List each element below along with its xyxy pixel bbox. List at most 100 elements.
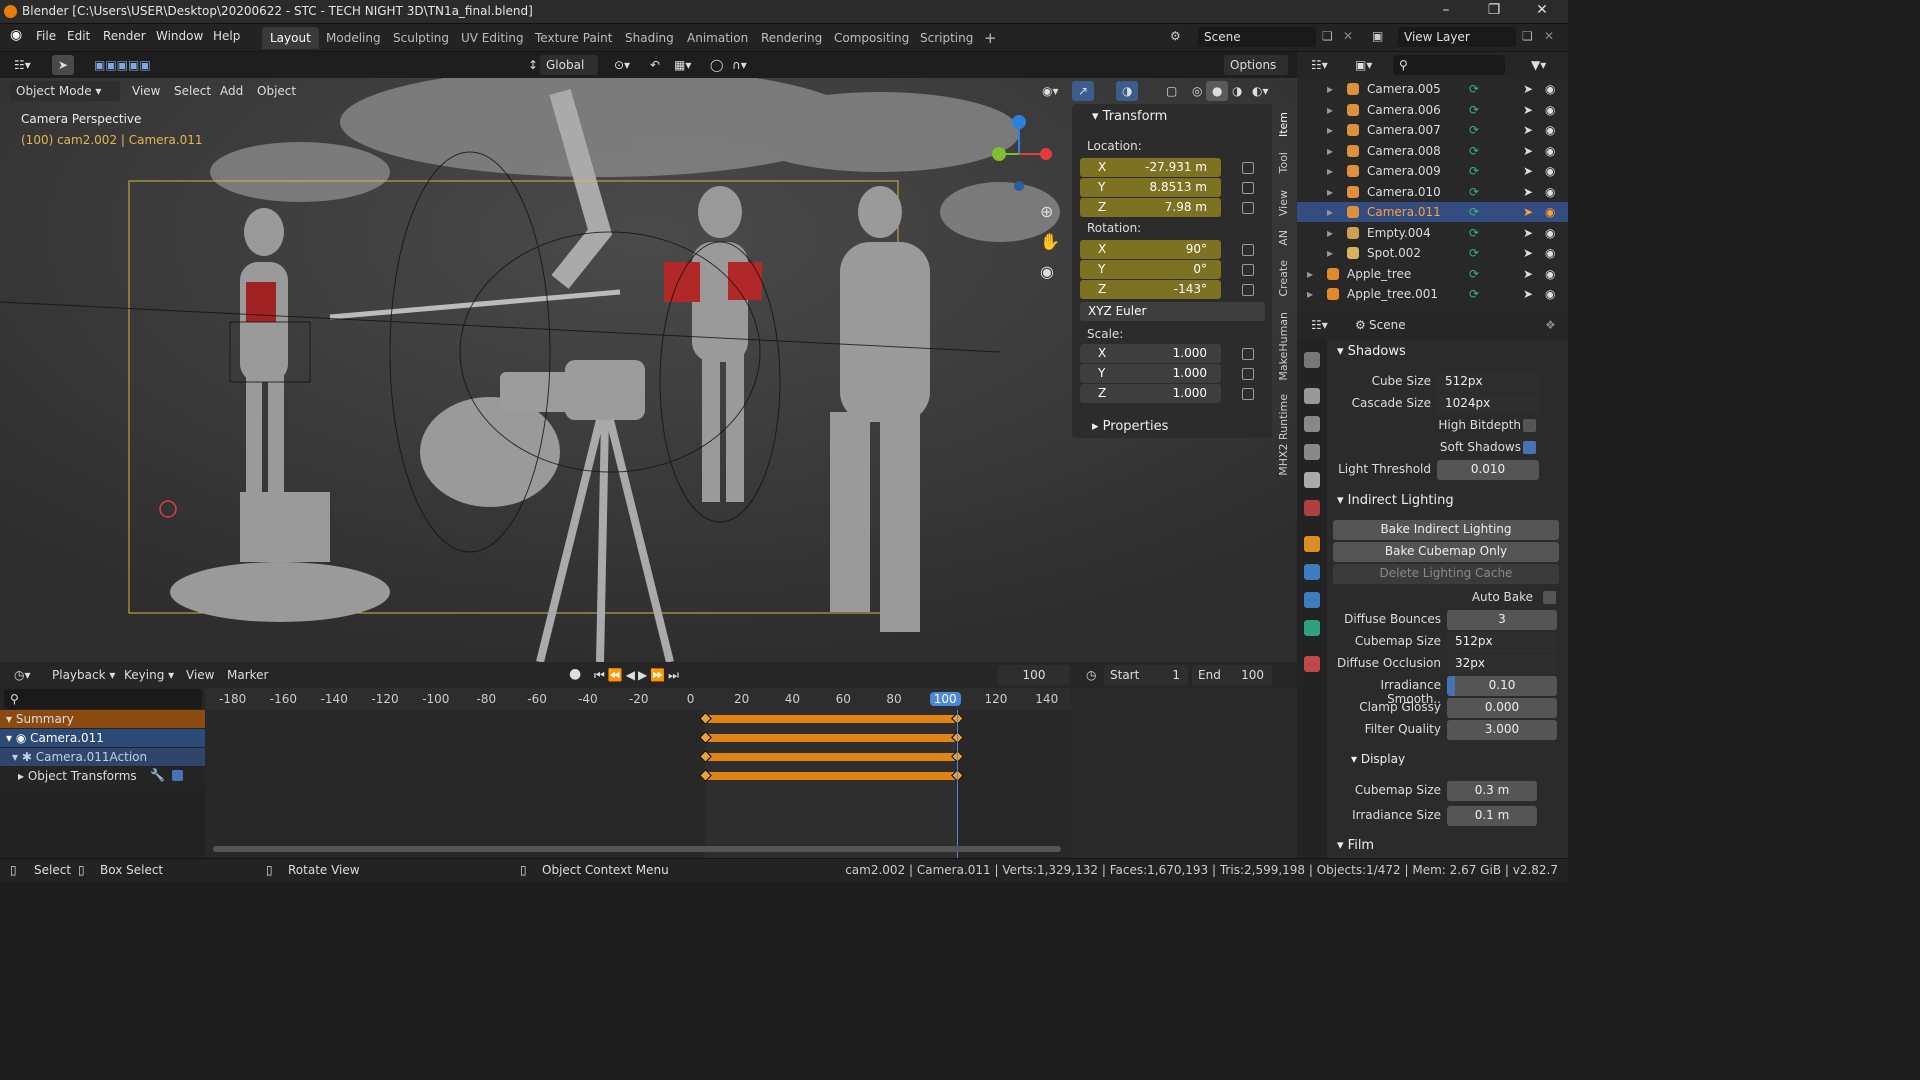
options-dropdown[interactable]: Options [1224, 55, 1288, 75]
delete-lighting-cache-button[interactable]: Delete Lighting Cache [1333, 564, 1559, 584]
selectable-icon[interactable]: ➤ [1523, 82, 1533, 96]
scene-name-field[interactable]: Scene [1198, 27, 1316, 47]
location-y-field[interactable]: Y 8.8513 m [1080, 178, 1221, 197]
irradiance-smoothing-field[interactable]: 0.10 [1447, 676, 1557, 696]
light-threshold-field[interactable]: 0.010 [1437, 460, 1539, 480]
expand-arrow-icon[interactable]: ▸ [1327, 123, 1333, 137]
outliner-item[interactable]: ▸ Empty.004 ⟳ ➤ ◉ [1297, 223, 1568, 243]
camera-view-icon[interactable]: ◉ [1040, 262, 1054, 281]
select-menu[interactable]: Select [168, 81, 217, 101]
expand-arrow-icon[interactable]: ▸ [1307, 287, 1313, 301]
marker-menu[interactable]: Marker [221, 665, 274, 685]
current-frame-field[interactable]: 100 [998, 665, 1070, 685]
menu-window[interactable]: Window [156, 29, 203, 43]
indirect-lighting-header[interactable]: ▾ Indirect Lighting [1337, 493, 1454, 508]
expand-arrow-icon[interactable]: ▸ [1327, 185, 1333, 199]
menu-file[interactable]: File [36, 29, 56, 43]
scale-x-field[interactable]: X 1.000 [1080, 344, 1221, 363]
frame-ruler[interactable]: -180 -160 -140 -120 -100 -80 -60 -40 -20 0 20 40 60 8… [205, 688, 1070, 710]
playback-menu[interactable]: Playback ▾ [46, 665, 121, 685]
selectable-icon[interactable]: ➤ [1523, 246, 1533, 260]
rotation-x-field[interactable]: X 90° [1080, 240, 1221, 259]
outliner-item[interactable]: ▸ Camera.010 ⟳ ➤ ◉ [1297, 182, 1568, 202]
scale-z-field[interactable]: Z 1.000 [1080, 384, 1221, 403]
selectable-icon[interactable]: ➤ [1523, 144, 1533, 158]
render-tab-icon[interactable] [1304, 388, 1320, 404]
outliner-search-input[interactable]: ⚲ [1393, 55, 1505, 75]
selectable-icon[interactable]: ➤ [1523, 164, 1533, 178]
tab-animation[interactable]: Animation [679, 27, 756, 49]
end-frame-field[interactable]: End 100 [1192, 665, 1272, 685]
tab-scripting[interactable]: Scripting [912, 27, 981, 49]
falloff-icon[interactable]: ∩▾ [726, 55, 753, 75]
tab-rendering[interactable]: Rendering [753, 27, 830, 49]
channel-enable-checkbox[interactable] [172, 770, 183, 781]
transforms-channel[interactable]: ▸ Object Transforms 🔧 [0, 767, 205, 785]
expand-arrow-icon[interactable]: ▸ [1327, 164, 1333, 178]
object-tab-icon[interactable] [1304, 536, 1320, 552]
cube-size-dropdown[interactable]: 512px [1437, 372, 1539, 392]
tool-tab-icon[interactable] [1304, 352, 1320, 368]
pan-hand-icon[interactable]: ✋ [1040, 232, 1060, 251]
cascade-size-dropdown[interactable]: 1024px [1437, 394, 1539, 414]
cubemap-size-dropdown[interactable]: 512px [1447, 632, 1557, 652]
lock-rotation-x-icon[interactable] [1242, 244, 1254, 256]
visibility-eye-icon[interactable]: ◉ [1545, 287, 1555, 301]
display-cubemap-size-field[interactable]: 0.3 m [1447, 781, 1537, 801]
blender-menu-icon[interactable]: ◉ [10, 27, 22, 43]
lock-rotation-y-icon[interactable] [1242, 264, 1254, 276]
zoom-icon[interactable]: ⊕ [1040, 202, 1053, 221]
playhead-line[interactable] [957, 710, 958, 858]
wrench-icon[interactable]: 🔧 [150, 768, 165, 782]
pin-icon[interactable]: ❖ [1539, 315, 1562, 335]
visibility-icon[interactable]: ◉▾ [1036, 81, 1065, 101]
expand-arrow-icon[interactable]: ▸ [1327, 103, 1333, 117]
view-menu[interactable]: View [126, 81, 166, 101]
menu-render[interactable]: Render [103, 29, 146, 43]
outliner-item[interactable]: ▸ Camera.008 ⟳ ➤ ◉ [1297, 141, 1568, 161]
view-layer-field[interactable]: View Layer [1398, 27, 1516, 47]
visibility-eye-icon[interactable]: ◉ [1545, 205, 1555, 219]
lock-rotation-z-icon[interactable] [1242, 284, 1254, 296]
keying-menu[interactable]: Keying ▾ [118, 665, 180, 685]
visibility-eye-icon[interactable]: ◉ [1545, 185, 1555, 199]
properties-header[interactable]: ▸ Properties [1092, 419, 1168, 434]
remove-scene-icon[interactable]: ✕ [1343, 29, 1353, 43]
outliner-item[interactable]: ▸ Apple_tree ⟳ ➤ ◉ [1297, 264, 1568, 284]
tab-an[interactable]: AN [1277, 230, 1290, 246]
expand-arrow-icon[interactable]: ▸ [1327, 226, 1333, 240]
overlays-toggle-icon[interactable]: ◑ [1116, 81, 1139, 101]
new-scene-icon[interactable]: ❏ [1322, 29, 1333, 43]
tab-create[interactable]: Create [1277, 260, 1290, 297]
selectable-icon[interactable]: ➤ [1523, 267, 1533, 281]
minimize-button[interactable]: – [1426, 2, 1466, 22]
lock-scale-x-icon[interactable] [1242, 348, 1254, 360]
outliner-item[interactable]: ▸ Camera.006 ⟳ ➤ ◉ [1297, 100, 1568, 120]
lock-location-x-icon[interactable] [1242, 162, 1254, 174]
playback-controls[interactable]: ⏮⏪◀▶⏩⏭ [588, 665, 688, 685]
expand-arrow-icon[interactable]: ▸ [1327, 246, 1333, 260]
high-bitdepth-checkbox[interactable] [1523, 419, 1536, 432]
expand-arrow-icon[interactable]: ▸ [1307, 267, 1313, 281]
object-mode-dropdown[interactable]: Object Mode ▾ [10, 81, 120, 101]
tab-compositing[interactable]: Compositing [826, 27, 917, 49]
output-tab-icon[interactable] [1304, 416, 1320, 432]
start-frame-field[interactable]: Start 1 [1104, 665, 1188, 685]
expand-arrow-icon[interactable]: ▸ [1327, 205, 1333, 219]
filter-icon[interactable]: ▼▾ [1525, 55, 1552, 75]
lock-location-z-icon[interactable] [1242, 202, 1254, 214]
scene-tab-icon[interactable] [1304, 472, 1320, 488]
outliner-item[interactable]: ▸ Apple_tree.001 ⟳ ➤ ◉ [1297, 284, 1568, 304]
preview-range-icon[interactable]: ◷ [1080, 665, 1102, 685]
object-menu[interactable]: Object [251, 81, 302, 101]
visibility-eye-icon[interactable]: ◉ [1545, 246, 1555, 260]
lock-scale-z-icon[interactable] [1242, 388, 1254, 400]
view-menu-timeline[interactable]: View [180, 665, 220, 685]
tab-sculpting[interactable]: Sculpting [385, 27, 457, 49]
snap-icon[interactable]: ↶ [644, 55, 666, 75]
scene-selector-icon[interactable]: ⚙ [1170, 29, 1181, 43]
view-layer-icon[interactable]: ▣ [1372, 29, 1383, 43]
shadows-header[interactable]: ▾ Shadows [1337, 344, 1406, 359]
rotation-y-field[interactable]: Y 0° [1080, 260, 1221, 279]
action-channel[interactable]: ▾ ✱ Camera.011Action [0, 748, 205, 766]
